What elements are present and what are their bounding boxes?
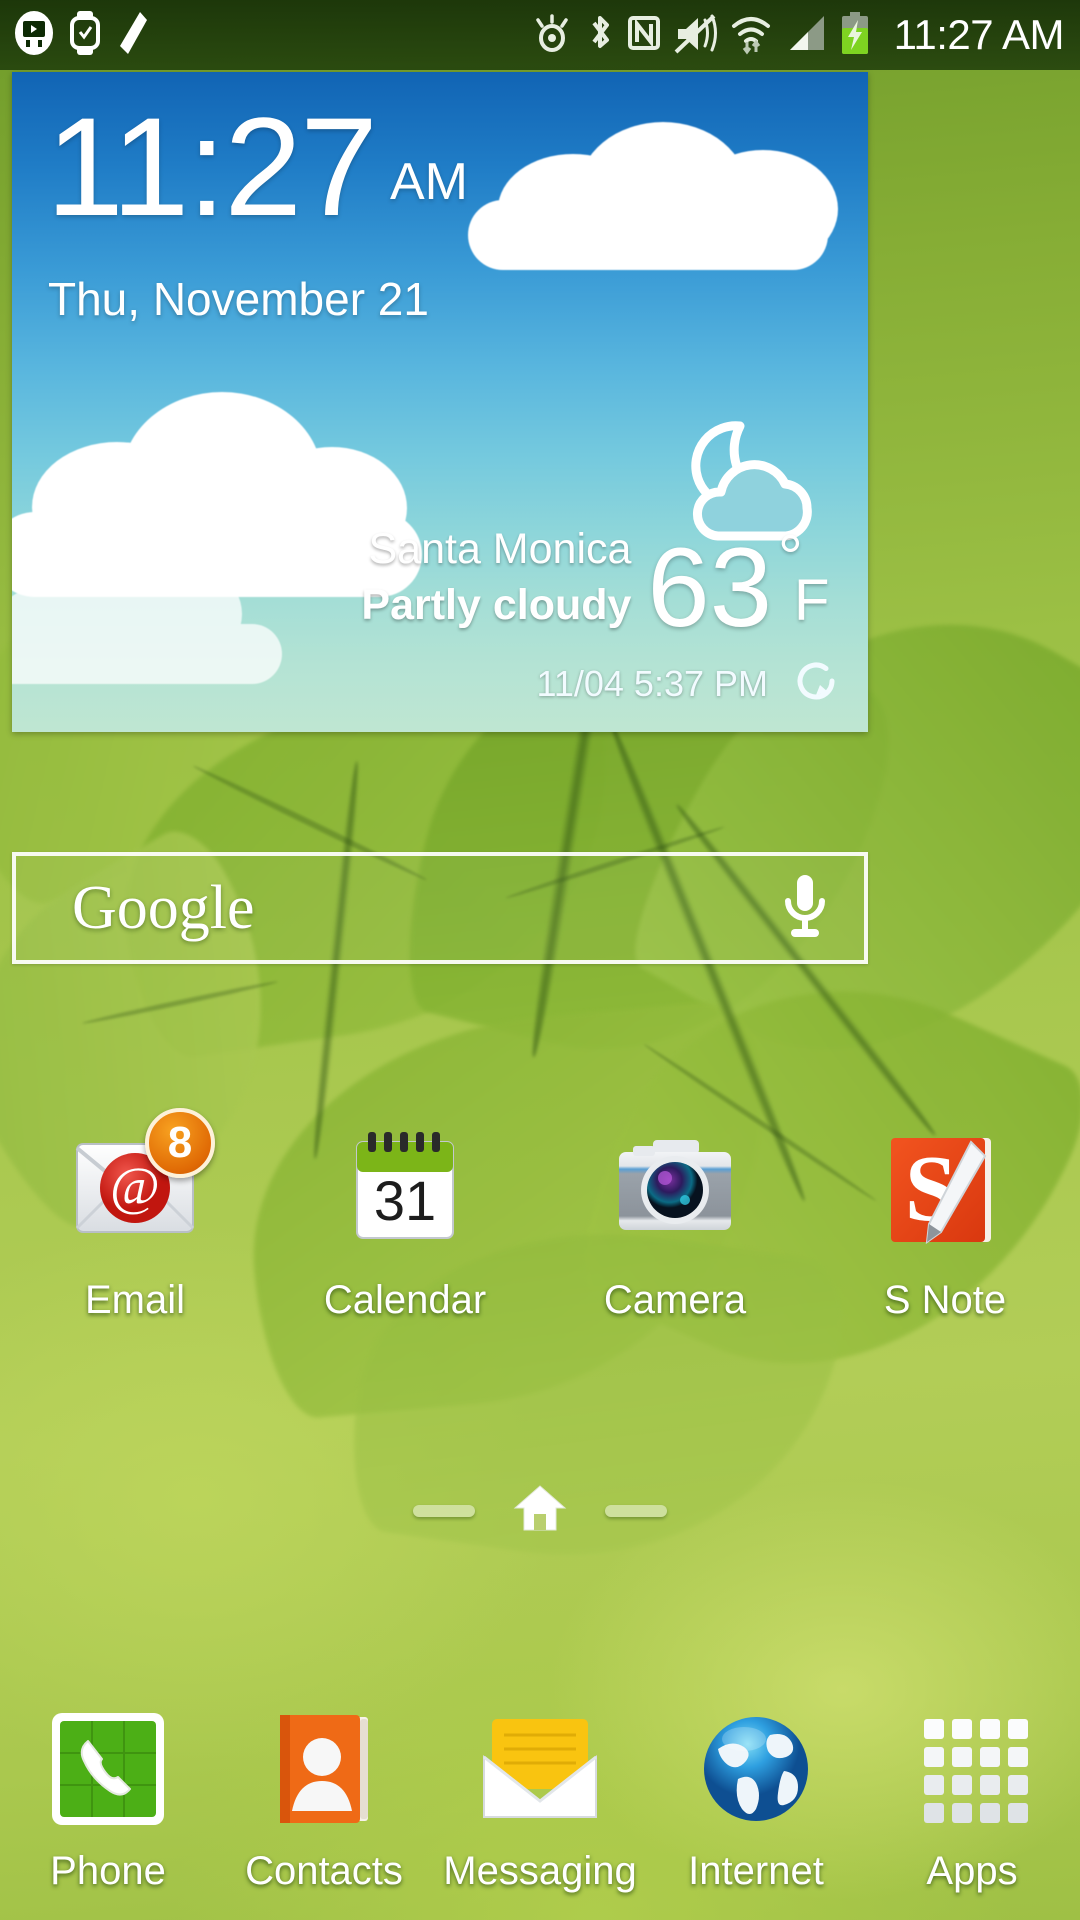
messaging-icon[interactable] bbox=[476, 1705, 604, 1833]
apps-grid-icon[interactable] bbox=[908, 1705, 1036, 1833]
email-badge: 8 bbox=[145, 1108, 215, 1178]
app-label-snote: S Note bbox=[883, 1278, 1007, 1322]
weather-city-label: Santa Monica bbox=[368, 525, 632, 573]
weather-condition-label: Partly cloudy bbox=[361, 581, 632, 629]
dock-item-messaging[interactable]: Messaging bbox=[432, 1705, 648, 1894]
smart-stay-eye-icon bbox=[530, 10, 574, 61]
page-indicator[interactable] bbox=[0, 1480, 1080, 1541]
widget-clock[interactable]: 11:27 AM bbox=[46, 88, 468, 245]
dock-item-apps[interactable]: Apps bbox=[864, 1705, 1080, 1894]
bluetooth-icon bbox=[584, 10, 616, 61]
google-search-bar[interactable]: Google bbox=[12, 852, 868, 964]
smart-remote-icon bbox=[14, 10, 54, 61]
page-dot-1[interactable] bbox=[413, 1504, 475, 1517]
dock-label-phone: Phone bbox=[50, 1849, 166, 1893]
internet-globe-icon[interactable] bbox=[692, 1705, 820, 1833]
weather-clock-widget[interactable]: 11:27 AM Thu, November 21 Santa Monica P… bbox=[12, 72, 868, 732]
status-bar-clock: 11:27 AM bbox=[893, 11, 1065, 58]
svg-text:31: 31 bbox=[374, 1169, 436, 1232]
contacts-icon[interactable] bbox=[260, 1705, 388, 1833]
calendar-icon[interactable]: 31 31 bbox=[335, 1120, 475, 1260]
widget-ampm: AM bbox=[389, 153, 468, 212]
dock-label-internet: Internet bbox=[688, 1849, 824, 1893]
refresh-icon[interactable] bbox=[790, 655, 842, 712]
s-note-icon[interactable]: S S bbox=[875, 1120, 1015, 1260]
phone-icon[interactable] bbox=[44, 1705, 172, 1833]
weather-unit-group: ° F bbox=[776, 523, 846, 636]
dock-item-phone[interactable]: Phone bbox=[0, 1705, 216, 1894]
battery-charging-icon bbox=[838, 10, 872, 61]
weather-info[interactable]: Santa Monica Partly cloudy 63 ° F bbox=[318, 523, 846, 650]
dock-label-apps: Apps bbox=[926, 1849, 1018, 1893]
weather-temperature: 63 bbox=[647, 524, 772, 650]
app-label-email: Email bbox=[84, 1278, 186, 1322]
s-pen-icon bbox=[116, 10, 150, 61]
dock: Phone Contacts Messaging Internet Apps bbox=[0, 1705, 1080, 1894]
google-logo: Google bbox=[72, 874, 255, 942]
gear-watch-icon bbox=[68, 10, 102, 61]
app-icon-camera[interactable]: Camera bbox=[540, 1120, 810, 1323]
dock-label-messaging: Messaging bbox=[443, 1849, 637, 1893]
dock-item-contacts[interactable]: Contacts bbox=[216, 1705, 432, 1894]
cellular-signal-icon bbox=[784, 10, 828, 61]
camera-icon[interactable] bbox=[605, 1120, 745, 1260]
app-icon-snote[interactable]: S S S Note bbox=[810, 1120, 1080, 1323]
weather-city-row: Santa Monica bbox=[318, 524, 631, 575]
status-bar[interactable]: 11:27 AM bbox=[0, 0, 1080, 70]
app-label-camera: Camera bbox=[603, 1278, 747, 1322]
app-grid-row: @ 8 Email 31 31 Calendar bbox=[0, 1108, 1080, 1323]
app-icon-email[interactable]: @ 8 Email bbox=[0, 1108, 270, 1323]
widget-date: Thu, November 21 bbox=[48, 273, 429, 325]
dock-item-internet[interactable]: Internet bbox=[648, 1705, 864, 1894]
page-dot-3[interactable] bbox=[605, 1504, 667, 1517]
mute-vibrate-icon bbox=[672, 10, 718, 61]
app-icon-calendar[interactable]: 31 31 Calendar bbox=[270, 1120, 540, 1323]
home-icon[interactable] bbox=[511, 1480, 569, 1541]
weather-updated-row[interactable]: 11/04 5:37 PM bbox=[537, 655, 843, 712]
cloud-graphic bbox=[12, 542, 282, 684]
location-crosshair-icon bbox=[318, 524, 359, 575]
cloud-graphic bbox=[458, 112, 858, 272]
email-icon[interactable]: @ 8 bbox=[65, 1108, 215, 1260]
dock-label-contacts: Contacts bbox=[245, 1849, 403, 1893]
temperature-unit: F bbox=[794, 568, 830, 633]
app-label-calendar: Calendar bbox=[323, 1278, 487, 1322]
microphone-icon[interactable] bbox=[776, 869, 834, 948]
weather-updated-time: 11/04 5:37 PM bbox=[536, 662, 769, 704]
nfc-icon bbox=[626, 10, 662, 61]
widget-time: 11:27 bbox=[46, 88, 378, 245]
wifi-icon bbox=[728, 10, 774, 61]
